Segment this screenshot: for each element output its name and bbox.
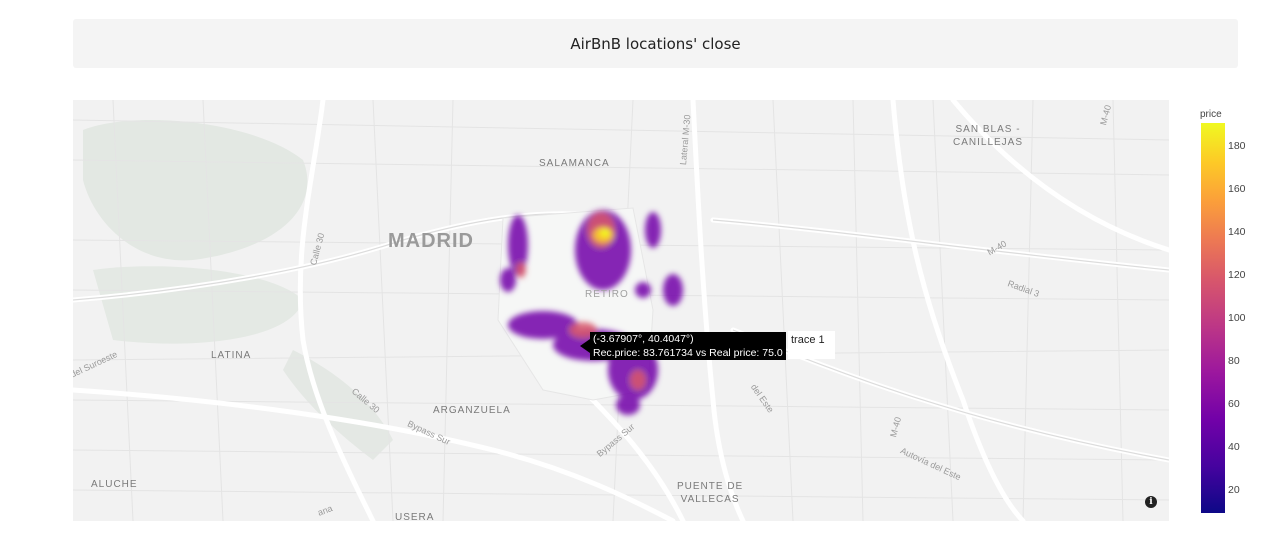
tooltip-arrow (580, 339, 590, 353)
label-puente-vallecas: PUENTE DE VALLECAS (677, 481, 744, 505)
label-aluche: ALUCHE (91, 479, 138, 490)
label-usera: USERA (395, 512, 435, 521)
info-icon[interactable]: i (1145, 496, 1157, 508)
label-salamanca: SALAMANCA (539, 158, 610, 169)
label-latina: LATINA (211, 350, 252, 361)
colorbar-tick: 140 (1228, 226, 1246, 238)
chart-title: AirBnB locations' close (570, 34, 741, 53)
colorbar-tick: 100 (1228, 312, 1246, 324)
colorbar-tick: 180 (1228, 140, 1246, 152)
label-san-blas: SAN BLAS - CANILLEJAS (953, 124, 1024, 148)
colorbar-tick: 40 (1228, 441, 1240, 453)
tooltip-text: Rec.price: 83.761734 vs Real price: 75.0 (593, 347, 783, 359)
colorbar-tick: 60 (1228, 398, 1240, 410)
colorbar-tick: 120 (1228, 269, 1246, 281)
colorbar (1201, 123, 1225, 513)
colorbar-title: price (1200, 109, 1222, 120)
colorbar-tick: 160 (1228, 183, 1246, 195)
hover-tooltip: (-3.67907°, 40.4047°) Rec.price: 83.7617… (590, 332, 786, 360)
colorbar-tick: 80 (1228, 355, 1240, 367)
map-area[interactable]: MADRID SALAMANCA SAN BLAS - CANILLEJAS R… (73, 100, 1169, 521)
tooltip-coords: (-3.67907°, 40.4047°) (593, 333, 694, 345)
label-retiro: RETIRO (585, 289, 629, 300)
label-arganzuela: ARGANZUELA (433, 405, 511, 416)
colorbar-tick: 20 (1228, 484, 1240, 496)
tooltip-trace-name: trace 1 (788, 331, 835, 359)
chart-title-bar: AirBnB locations' close (73, 19, 1238, 68)
label-madrid: MADRID (388, 230, 474, 252)
map-base (73, 100, 1169, 521)
